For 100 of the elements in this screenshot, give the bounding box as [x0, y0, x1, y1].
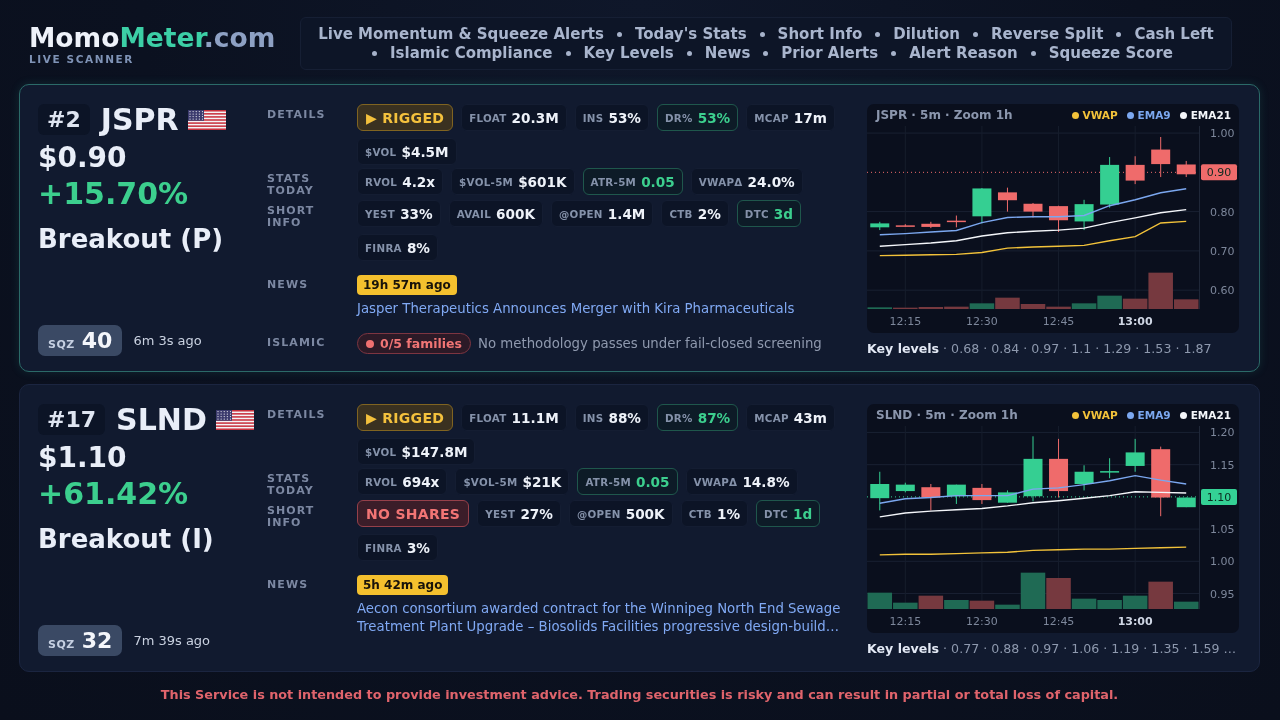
candlestick [1176, 160, 1196, 178]
candlestick [1125, 155, 1145, 185]
status-tag: NO SHARES [357, 500, 470, 527]
axis-label: 1.00 [1210, 555, 1235, 569]
section-label: ISLAMIC [267, 335, 327, 349]
nav-link[interactable]: Islamic Compliance [390, 43, 553, 63]
separator-dot-icon [875, 31, 881, 37]
nav-link[interactable]: Today's Stats [634, 24, 747, 44]
axis-label: 12:15 [889, 315, 922, 328]
section-label: NEWS [267, 277, 310, 291]
axis-label: 0.95 [1210, 587, 1235, 601]
nav-link[interactable]: Short Info [777, 24, 863, 44]
separator-dot-icon [1116, 31, 1122, 37]
flag-icon [215, 409, 254, 430]
candlestick [1176, 497, 1196, 508]
flag-icon [187, 109, 226, 130]
section-label: SHORT INFO [267, 503, 316, 529]
axis-label: 1.20 [1210, 426, 1235, 440]
ref-line-label: 1.10 [1206, 490, 1232, 504]
status-tag: ▶ RIGGED [357, 104, 454, 131]
candlestick [997, 489, 1017, 504]
nav-link[interactable]: Live Momentum & Squeeze Alerts [318, 24, 604, 44]
candlestick [972, 483, 992, 505]
price-tag: 0.90 [1201, 164, 1237, 181]
stat-chip: YEST 33% [357, 200, 441, 227]
stat-chip: DR% 87% [657, 404, 739, 431]
stat-chip: CTB 2% [661, 200, 729, 227]
nav-link[interactable]: Cash Left [1134, 24, 1214, 44]
axis-label: 12:30 [966, 315, 998, 328]
legend-label: EMA21 [1190, 409, 1231, 421]
stat-chip: VWAPΔ 14.8% [685, 468, 798, 495]
section-label: STATS TODAY [267, 171, 315, 197]
price: $1.10 [38, 441, 127, 475]
axis-label: 1.05 [1210, 523, 1235, 537]
stat-chip: FLOAT 11.1M [461, 404, 567, 431]
nav-link[interactable]: Reverse Split [991, 24, 1104, 44]
separator-dot-icon [372, 50, 377, 56]
nav-link[interactable]: News [704, 43, 751, 63]
setup-label: Breakout (P) [38, 223, 224, 255]
stat-chip: DR% 53% [657, 104, 739, 131]
axis-label: 13:00 [1117, 615, 1153, 628]
price-change: +61.42% [38, 476, 189, 512]
section-label: STATS TODAY [267, 471, 315, 497]
chart-title: SLND · 5m · Zoom 1h [876, 408, 1018, 422]
squeeze-score-badge: SQZ 32 [38, 625, 123, 656]
ticker-symbol: JSPR [100, 102, 179, 137]
axis-label: 1.15 [1210, 458, 1235, 472]
stat-chip: ATR-5M 0.05 [582, 168, 683, 195]
candlestick [870, 221, 890, 231]
nav-link[interactable]: Dilution [893, 24, 960, 44]
axis-label: 12:30 [966, 615, 998, 628]
candlestick [1151, 446, 1171, 517]
section-label: DETAILS [267, 107, 327, 121]
key-levels: Key levels · 0.77 · 0.88 · 0.97 · 1.06 · 1.19 · 1.35 · 1.59 … [867, 641, 1238, 656]
separator-dot-icon [973, 31, 978, 37]
candlestick [1049, 205, 1069, 233]
section-label: SHORT INFO [267, 203, 316, 229]
stat-chip: INS 53% [574, 104, 649, 131]
stat-chip: @OPEN 500K [568, 500, 673, 527]
squeeze-score-badge: SQZ 40 [38, 325, 123, 356]
separator-dot-icon [1030, 50, 1036, 56]
candlestick [921, 221, 941, 229]
alert-age: 6m 3s ago [133, 333, 202, 348]
legend-label: EMA9 [1137, 409, 1171, 421]
axis-label: 0.70 [1210, 244, 1235, 258]
separator-dot-icon [891, 50, 897, 56]
stat-chip: DTC 1d [756, 500, 821, 527]
axis-label: 13:00 [1117, 315, 1153, 328]
axis-label: 1.00 [1210, 127, 1235, 141]
stat-chip: $VOL-5M $601K [451, 168, 575, 195]
news-age-tag: 5h 42m ago [357, 575, 449, 595]
alert-age: 7m 39s ago [133, 633, 211, 648]
news-headline-link[interactable]: Aecon consortium awarded contract for the Winnipeg North End Sewage Treatment Plant Upgrade – Biosolids Facilities progressive design-build… [357, 600, 857, 636]
separator-dot-icon [686, 50, 692, 56]
disclaimer: This Service is not intended to provide investment advice. Trading securities is risky and can result in partial or total loss of capital. [160, 686, 1119, 702]
separator-dot-icon [616, 31, 622, 37]
site-logo: MomoMeter.com [29, 22, 276, 53]
section-label: NEWS [267, 577, 310, 591]
candlestick [1151, 136, 1171, 178]
nav-link[interactable]: Prior Alerts [781, 43, 879, 63]
chart-title: JSPR · 5m · Zoom 1h [876, 108, 1013, 122]
axis-label: 12:45 [1042, 315, 1075, 328]
status-tag: ▶ RIGGED [357, 404, 454, 431]
stat-chip: FINRA 8% [357, 234, 438, 261]
candlestick [1023, 202, 1043, 218]
nav-link[interactable]: Squeeze Score [1048, 43, 1173, 63]
candlestick [895, 482, 915, 493]
stat-chip: VWAPΔ 24.0% [690, 168, 803, 195]
stat-chip: YEST 27% [477, 500, 561, 527]
stat-chip: $VOL-5M $21K [455, 468, 570, 495]
separator-dot-icon [565, 50, 571, 56]
price-change: +15.70% [38, 176, 189, 212]
news-headline-link[interactable]: Jasper Therapeutics Announces Merger with Kira Pharmaceuticals [357, 300, 795, 318]
stat-chip: MCAP 43m [746, 404, 835, 431]
separator-dot-icon [763, 50, 769, 56]
axis-label: 12:15 [889, 615, 922, 628]
nav-link[interactable]: Alert Reason [909, 43, 1018, 63]
compliance-count: 0/5 families [380, 336, 462, 351]
nav-link[interactable]: Key Levels [583, 43, 674, 63]
stat-chip: $VOL $147.8M [357, 438, 476, 465]
